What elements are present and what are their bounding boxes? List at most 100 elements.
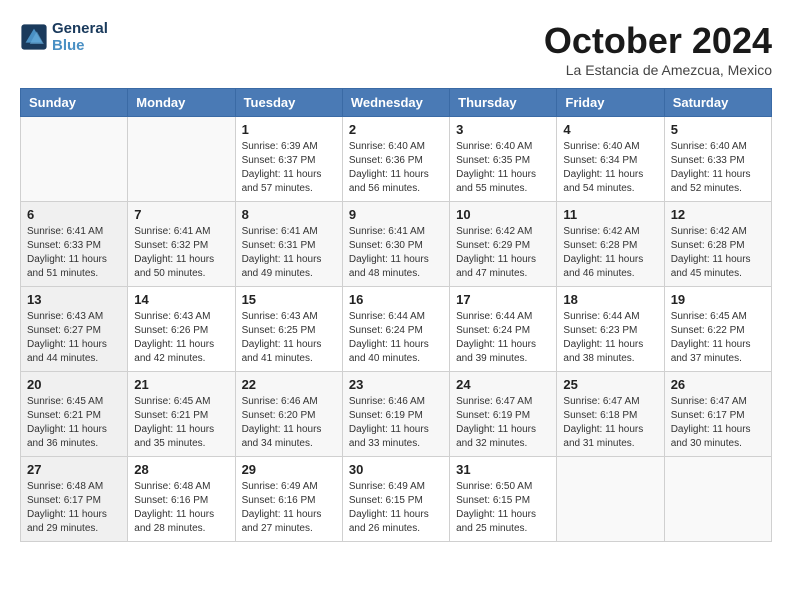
calendar-cell: 5Sunrise: 6:40 AMSunset: 6:33 PMDaylight…	[664, 117, 771, 202]
calendar-cell: 18 Sunrise: 6:44 AMSunset: 6:23 PMDayligh…	[557, 287, 664, 372]
cell-content: Sunrise: 6:49 AMSunset: 6:16 PMDaylight:…	[242, 480, 336, 536]
calendar-cell: 20 Sunrise: 6:45 AMSunset: 6:21 PMDayligh…	[21, 372, 128, 457]
calendar-cell: 11 Sunrise: 6:42 AMSunset: 6:28 PMDayligh…	[557, 202, 664, 287]
cell-content: Sunrise: 6:44 AMSunset: 6:23 PMDaylight:…	[563, 310, 657, 366]
calendar-cell: 10 Sunrise: 6:42 AMSunset: 6:29 PMDayligh…	[450, 202, 557, 287]
calendar-cell: 19 Sunrise: 6:45 AMSunset: 6:22 PMDayligh…	[664, 287, 771, 372]
cell-content: Sunrise: 6:49 AMSunset: 6:15 PMDaylight:…	[349, 480, 443, 536]
day-number: 22	[242, 377, 336, 392]
day-number: 27	[27, 462, 121, 477]
cell-content: Sunrise: 6:42 AMSunset: 6:29 PMDaylight:…	[456, 225, 550, 281]
day-number: 1	[242, 122, 336, 137]
weekday-header-row: SundayMondayTuesdayWednesdayThursdayFrid…	[21, 89, 772, 117]
logo-icon	[20, 23, 48, 51]
calendar-cell	[128, 117, 235, 202]
calendar-cell: 25 Sunrise: 6:47 AMSunset: 6:18 PMDayligh…	[557, 372, 664, 457]
cell-content: Sunrise: 6:43 AMSunset: 6:26 PMDaylight:…	[134, 310, 228, 366]
calendar-cell: 13Sunrise: 6:43 AMSunset: 6:27 PMDayligh…	[21, 287, 128, 372]
calendar-cell: 24Sunrise: 6:47 AMSunset: 6:19 PMDayligh…	[450, 372, 557, 457]
day-number: 11	[563, 207, 657, 222]
cell-content: Sunrise: 6:50 AMSunset: 6:15 PMDaylight:…	[456, 480, 550, 536]
week-row: 13Sunrise: 6:43 AMSunset: 6:27 PMDayligh…	[21, 287, 772, 372]
calendar-cell	[21, 117, 128, 202]
cell-content: Sunrise: 6:42 AMSunset: 6:28 PMDaylight:…	[671, 225, 765, 281]
cell-content: Sunrise: 6:41 AMSunset: 6:30 PMDaylight:…	[349, 225, 443, 281]
day-number: 15	[242, 292, 336, 307]
calendar-cell: 16 Sunrise: 6:44 AMSunset: 6:24 PMDayligh…	[342, 287, 449, 372]
calendar-cell: 3Sunrise: 6:40 AMSunset: 6:35 PMDaylight…	[450, 117, 557, 202]
page-header: General Blue October 2024 La Estancia de…	[20, 20, 772, 78]
cell-content: Sunrise: 6:45 AMSunset: 6:21 PMDaylight:…	[27, 395, 121, 451]
calendar-cell: 31 Sunrise: 6:50 AMSunset: 6:15 PMDayligh…	[450, 457, 557, 542]
day-number: 31	[456, 462, 550, 477]
calendar-cell: 9 Sunrise: 6:41 AMSunset: 6:30 PMDaylight…	[342, 202, 449, 287]
cell-content: Sunrise: 6:40 AMSunset: 6:35 PMDaylight:…	[456, 140, 550, 196]
calendar-cell: 1 Sunrise: 6:39 AMSunset: 6:37 PMDaylight…	[235, 117, 342, 202]
calendar-cell: 17Sunrise: 6:44 AMSunset: 6:24 PMDayligh…	[450, 287, 557, 372]
cell-content: Sunrise: 6:45 AMSunset: 6:22 PMDaylight:…	[671, 310, 765, 366]
day-number: 25	[563, 377, 657, 392]
cell-content: Sunrise: 6:48 AMSunset: 6:16 PMDaylight:…	[134, 480, 228, 536]
calendar-cell: 29 Sunrise: 6:49 AMSunset: 6:16 PMDayligh…	[235, 457, 342, 542]
day-number: 20	[27, 377, 121, 392]
day-number: 13	[27, 292, 121, 307]
calendar-cell: 22 Sunrise: 6:46 AMSunset: 6:20 PMDayligh…	[235, 372, 342, 457]
weekday-header: Friday	[557, 89, 664, 117]
cell-content: Sunrise: 6:42 AMSunset: 6:28 PMDaylight:…	[563, 225, 657, 281]
cell-content: Sunrise: 6:41 AMSunset: 6:33 PMDaylight:…	[27, 225, 121, 281]
day-number: 30	[349, 462, 443, 477]
day-number: 18	[563, 292, 657, 307]
calendar-cell: 7 Sunrise: 6:41 AMSunset: 6:32 PMDaylight…	[128, 202, 235, 287]
cell-content: Sunrise: 6:47 AMSunset: 6:19 PMDaylight:…	[456, 395, 550, 451]
calendar-cell	[557, 457, 664, 542]
weekday-header: Sunday	[21, 89, 128, 117]
weekday-header: Tuesday	[235, 89, 342, 117]
day-number: 29	[242, 462, 336, 477]
cell-content: Sunrise: 6:48 AMSunset: 6:17 PMDaylight:…	[27, 480, 121, 536]
calendar-cell: 28 Sunrise: 6:48 AMSunset: 6:16 PMDayligh…	[128, 457, 235, 542]
weekday-header: Wednesday	[342, 89, 449, 117]
calendar-cell: 8 Sunrise: 6:41 AMSunset: 6:31 PMDaylight…	[235, 202, 342, 287]
calendar-cell: 4Sunrise: 6:40 AMSunset: 6:34 PMDaylight…	[557, 117, 664, 202]
logo-text: General Blue	[52, 20, 108, 54]
week-row: 1 Sunrise: 6:39 AMSunset: 6:37 PMDaylight…	[21, 117, 772, 202]
cell-content: Sunrise: 6:44 AMSunset: 6:24 PMDaylight:…	[456, 310, 550, 366]
day-number: 14	[134, 292, 228, 307]
cell-content: Sunrise: 6:46 AMSunset: 6:19 PMDaylight:…	[349, 395, 443, 451]
day-number: 6	[27, 207, 121, 222]
cell-content: Sunrise: 6:39 AMSunset: 6:37 PMDaylight:…	[242, 140, 336, 196]
cell-content: Sunrise: 6:41 AMSunset: 6:31 PMDaylight:…	[242, 225, 336, 281]
calendar-cell: 6 Sunrise: 6:41 AMSunset: 6:33 PMDaylight…	[21, 202, 128, 287]
cell-content: Sunrise: 6:47 AMSunset: 6:18 PMDaylight:…	[563, 395, 657, 451]
calendar-cell: 12 Sunrise: 6:42 AMSunset: 6:28 PMDayligh…	[664, 202, 771, 287]
day-number: 2	[349, 122, 443, 137]
cell-content: Sunrise: 6:40 AMSunset: 6:34 PMDaylight:…	[563, 140, 657, 196]
calendar-cell	[664, 457, 771, 542]
title-section: October 2024 La Estancia de Amezcua, Mex…	[544, 20, 772, 78]
calendar-cell: 27 Sunrise: 6:48 AMSunset: 6:17 PMDayligh…	[21, 457, 128, 542]
week-row: 6 Sunrise: 6:41 AMSunset: 6:33 PMDaylight…	[21, 202, 772, 287]
calendar-cell: 23 Sunrise: 6:46 AMSunset: 6:19 PMDayligh…	[342, 372, 449, 457]
cell-content: Sunrise: 6:40 AMSunset: 6:36 PMDaylight:…	[349, 140, 443, 196]
cell-content: Sunrise: 6:43 AMSunset: 6:25 PMDaylight:…	[242, 310, 336, 366]
day-number: 7	[134, 207, 228, 222]
day-number: 19	[671, 292, 765, 307]
cell-content: Sunrise: 6:41 AMSunset: 6:32 PMDaylight:…	[134, 225, 228, 281]
day-number: 12	[671, 207, 765, 222]
location-subtitle: La Estancia de Amezcua, Mexico	[544, 62, 772, 78]
day-number: 28	[134, 462, 228, 477]
cell-content: Sunrise: 6:45 AMSunset: 6:21 PMDaylight:…	[134, 395, 228, 451]
calendar-cell: 14 Sunrise: 6:43 AMSunset: 6:26 PMDayligh…	[128, 287, 235, 372]
day-number: 16	[349, 292, 443, 307]
day-number: 8	[242, 207, 336, 222]
weekday-header: Saturday	[664, 89, 771, 117]
day-number: 9	[349, 207, 443, 222]
calendar-cell: 26Sunrise: 6:47 AMSunset: 6:17 PMDayligh…	[664, 372, 771, 457]
weekday-header: Thursday	[450, 89, 557, 117]
day-number: 23	[349, 377, 443, 392]
cell-content: Sunrise: 6:46 AMSunset: 6:20 PMDaylight:…	[242, 395, 336, 451]
day-number: 10	[456, 207, 550, 222]
cell-content: Sunrise: 6:44 AMSunset: 6:24 PMDaylight:…	[349, 310, 443, 366]
day-number: 21	[134, 377, 228, 392]
cell-content: Sunrise: 6:47 AMSunset: 6:17 PMDaylight:…	[671, 395, 765, 451]
